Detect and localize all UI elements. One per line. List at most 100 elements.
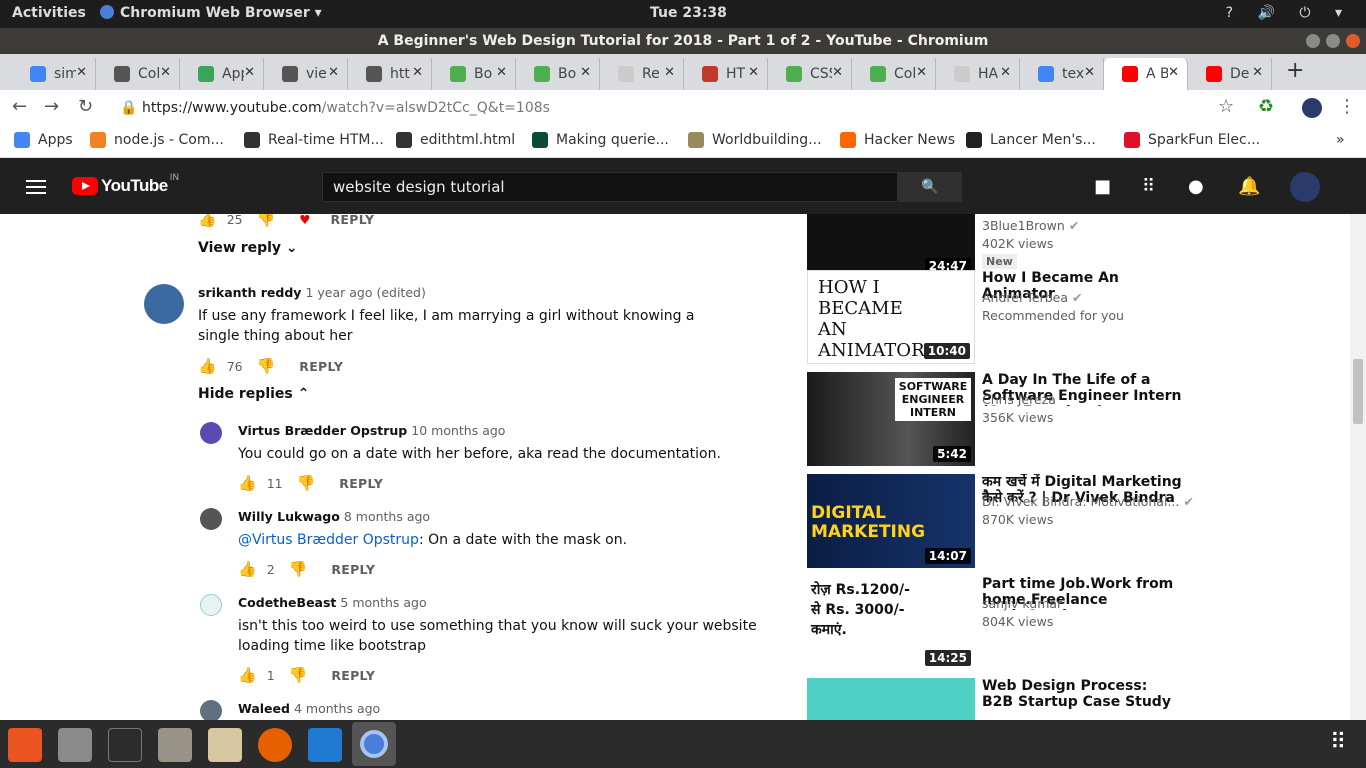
messages-icon[interactable]: ● <box>1188 176 1204 197</box>
software-center-icon[interactable] <box>8 728 42 762</box>
close-tab-icon[interactable]: ✕ <box>664 65 675 80</box>
system-tray[interactable]: ? 🔊 ⏻ ▾ <box>1226 5 1352 21</box>
bookmark-item[interactable]: Making querie... <box>532 132 669 148</box>
comment-timestamp[interactable]: 1 year ago (edited) <box>305 285 425 300</box>
tab-5[interactable]: Bo ✕ <box>432 58 516 90</box>
menu-icon[interactable]: ⋮ <box>1338 96 1356 117</box>
youtube-logo[interactable]: YouTube IN <box>72 173 179 196</box>
reply-button[interactable]: REPLY <box>331 214 375 227</box>
settings-tools-icon[interactable] <box>58 728 92 762</box>
tab-1[interactable]: Col ✕ <box>96 58 180 90</box>
close-tab-icon[interactable]: ✕ <box>160 65 171 80</box>
channel-name[interactable]: 3Blue1Brown ✔ <box>982 218 1079 233</box>
extension-icon[interactable]: ♻ <box>1258 96 1274 117</box>
dislike-icon[interactable]: 👎 <box>289 560 308 578</box>
comment-author[interactable]: Virtus Brædder Opstrup 10 months ago <box>238 423 505 438</box>
author-name[interactable]: Willy Lukwago <box>238 509 340 524</box>
activities-button[interactable]: Activities <box>12 5 86 21</box>
avatar[interactable] <box>144 284 184 324</box>
channel-name[interactable]: Dr. Vivek Bindra: Motivational... ✔ <box>982 494 1194 509</box>
comment-author[interactable]: Willy Lukwago 8 months ago <box>238 509 430 524</box>
show-applications-icon[interactable]: ⠿ <box>1330 730 1346 755</box>
app-menu[interactable]: Chromium Web Browser ▾ <box>100 5 322 21</box>
mention-link[interactable]: @Virtus Brædder Opstrup <box>238 532 419 548</box>
recommended-video[interactable]: DIGITAL MARKETING 14:07 कम खर्चे में Digit… <box>806 474 1346 570</box>
like-icon[interactable]: 👍 <box>238 560 257 578</box>
tab-0[interactable]: sim ✕ <box>12 58 96 90</box>
close-tab-icon[interactable]: ✕ <box>328 65 339 80</box>
close-tab-icon[interactable]: ✕ <box>748 65 759 80</box>
view-reply-toggle[interactable]: View reply ⌄ <box>198 240 298 256</box>
author-name[interactable]: CodetheBeast <box>238 595 336 610</box>
firefox-icon[interactable] <box>258 728 292 762</box>
author-name[interactable]: srikanth reddy <box>198 285 301 300</box>
page-scrollbar[interactable] <box>1350 214 1366 720</box>
author-name[interactable]: Waleed <box>238 701 290 716</box>
scrollbar-thumb[interactable] <box>1353 359 1363 424</box>
minimize-button[interactable] <box>1306 34 1320 48</box>
hamburger-menu-icon[interactable] <box>26 180 46 198</box>
close-tab-icon[interactable]: ✕ <box>1168 65 1179 80</box>
channel-name[interactable]: Andrei Terbea ✔ <box>982 290 1083 305</box>
comment-timestamp[interactable]: 10 months ago <box>411 423 505 438</box>
reload-icon[interactable]: ↻ <box>78 96 93 117</box>
bookmark-item[interactable]: Worldbuilding... <box>688 132 822 148</box>
dislike-icon[interactable]: 👎 <box>257 357 276 375</box>
bookmark-item[interactable]: edithtml.html <box>396 132 515 148</box>
tab-11[interactable]: HA ✕ <box>936 58 1020 90</box>
close-tab-icon[interactable]: ✕ <box>496 65 507 80</box>
bookmarks-overflow-icon[interactable]: » <box>1336 132 1345 148</box>
apps-grid-icon[interactable]: ⠿ <box>1142 176 1155 197</box>
search-button[interactable]: 🔍 <box>898 172 962 202</box>
tab-7[interactable]: Re ✕ <box>600 58 684 90</box>
close-tab-icon[interactable]: ✕ <box>916 65 927 80</box>
tab-9[interactable]: CSS✕ <box>768 58 852 90</box>
video-thumbnail[interactable]: DIGITAL MARKETING 14:07 <box>807 474 975 568</box>
recommended-video[interactable]: SOFTWARE ENGINEER INTERN 5:42 A Day In The… <box>806 372 1346 468</box>
clock[interactable]: Tue 23:38 <box>650 5 727 21</box>
tab-13[interactable]: A B ✕ <box>1104 58 1188 90</box>
comment-timestamp[interactable]: 8 months ago <box>344 509 430 524</box>
bookmark-item[interactable]: SparkFun Elec... <box>1124 132 1260 148</box>
like-icon[interactable]: 👍 <box>238 474 257 492</box>
avatar[interactable] <box>200 700 222 720</box>
close-tab-icon[interactable]: ✕ <box>1084 65 1095 80</box>
close-tab-icon[interactable]: ✕ <box>412 65 423 80</box>
channel-name[interactable]: Chris Jereza <box>982 392 1056 407</box>
bookmark-star-icon[interactable]: ☆ <box>1218 96 1234 117</box>
tab-4[interactable]: htt ✕ <box>348 58 432 90</box>
new-tab-button[interactable]: + <box>1286 58 1304 83</box>
hide-replies-toggle[interactable]: Hide replies ⌃ <box>198 386 309 402</box>
account-avatar[interactable] <box>1290 172 1320 202</box>
terminal-icon[interactable] <box>108 728 142 762</box>
reply-button[interactable]: REPLY <box>331 562 375 577</box>
tab-2[interactable]: App✕ <box>180 58 264 90</box>
close-tab-icon[interactable]: ✕ <box>1000 65 1011 80</box>
reply-button[interactable]: REPLY <box>331 668 375 683</box>
back-icon[interactable]: ← <box>12 96 27 117</box>
address-bar[interactable]: 🔒 https://www.youtube.com/watch?v=alswD2… <box>112 94 1242 122</box>
bookmark-item[interactable]: node.js - Com... <box>90 132 224 148</box>
file-manager-icon[interactable] <box>158 728 192 762</box>
profile-avatar[interactable] <box>1302 98 1322 118</box>
recommended-video[interactable]: HOW I BECAME AN ANIMATOR 10:40 How I Becam… <box>806 270 1346 366</box>
video-thumbnail[interactable]: HOW I BECAME AN ANIMATOR 10:40 <box>807 270 975 364</box>
bookmark-item[interactable]: Real-time HTM... <box>244 132 384 148</box>
avatar[interactable] <box>200 594 222 616</box>
vscode-icon[interactable] <box>308 728 342 762</box>
comment-author[interactable]: CodetheBeast 5 months ago <box>238 595 427 610</box>
comment-timestamp[interactable]: 5 months ago <box>340 595 426 610</box>
close-tab-icon[interactable]: ✕ <box>1252 65 1263 80</box>
maximize-button[interactable] <box>1326 34 1340 48</box>
search-input[interactable]: website design tutorial <box>322 172 898 202</box>
tab-6[interactable]: Bo ✕ <box>516 58 600 90</box>
close-tab-icon[interactable]: ✕ <box>244 65 255 80</box>
text-editor-icon[interactable] <box>208 728 242 762</box>
chromium-dock-icon[interactable] <box>352 722 396 766</box>
tab-14[interactable]: De ✕ <box>1188 58 1272 90</box>
channel-name[interactable]: sanjiv kumar <box>982 596 1062 611</box>
close-tab-icon[interactable]: ✕ <box>76 65 87 80</box>
comment-timestamp[interactable]: 4 months ago <box>294 701 380 716</box>
close-tab-icon[interactable]: ✕ <box>832 65 843 80</box>
avatar[interactable] <box>200 508 222 530</box>
